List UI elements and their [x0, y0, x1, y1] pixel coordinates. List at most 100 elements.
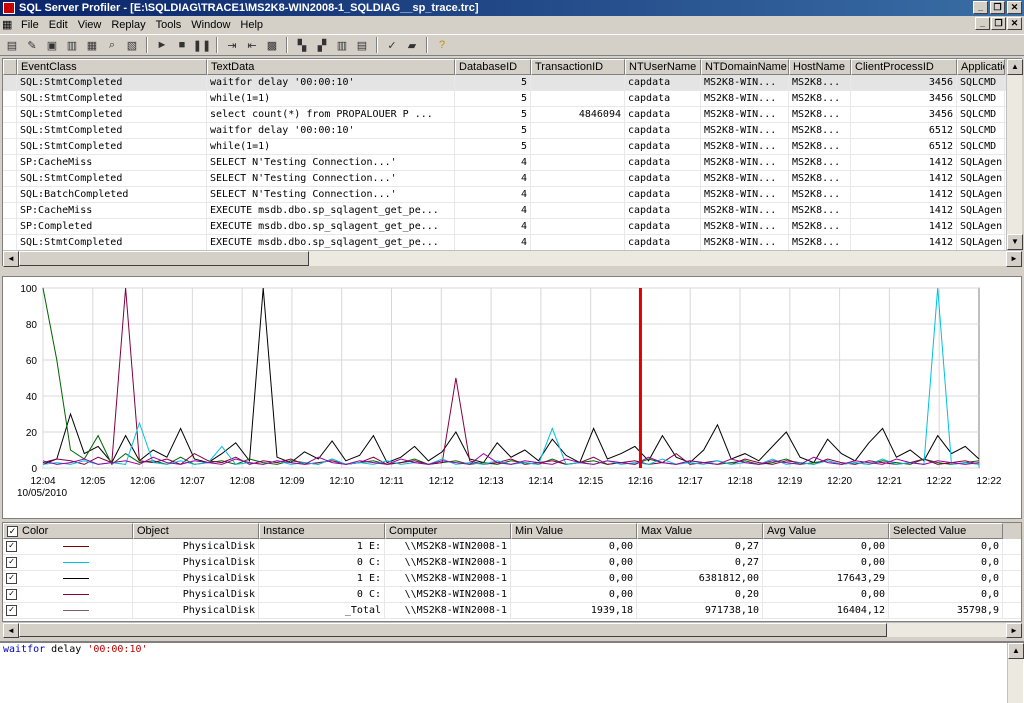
pause-icon[interactable]: ❚❚ — [193, 36, 211, 54]
counter-row[interactable]: ✓ PhysicalDisk _Total \\MS2K8-WIN2008-1 1939… — [3, 603, 1021, 619]
col-application[interactable]: Applicatio — [957, 59, 1005, 75]
new-trace-icon[interactable]: ▤ — [3, 36, 21, 54]
counters-hscroll[interactable]: ◄ ► — [3, 622, 1022, 638]
counters-hscroll-thumb[interactable] — [19, 623, 887, 637]
col-textdata[interactable]: TextData — [207, 59, 455, 75]
doc-close-button[interactable]: ✕ — [1007, 17, 1022, 30]
save-icon[interactable]: ▥ — [63, 36, 81, 54]
counter-avg: 17643,29 — [763, 571, 889, 586]
help-icon[interactable]: ? — [433, 36, 451, 54]
sql-text-pane[interactable]: waitfor delay '00:00:10' — [0, 641, 1024, 703]
col-instance[interactable]: Instance — [259, 523, 385, 539]
col-computer[interactable]: Computer — [385, 523, 511, 539]
menu-view[interactable]: View — [73, 19, 107, 31]
col-object[interactable]: Object — [133, 523, 259, 539]
trace-cell: MS2K8... — [789, 139, 851, 154]
new-template-icon[interactable]: ✎ — [23, 36, 41, 54]
col-transactionid[interactable]: TransactionID — [531, 59, 625, 75]
counter-row[interactable]: ✓ PhysicalDisk 0 C: \\MS2K8-WIN2008-1 0,00 0,… — [3, 587, 1021, 603]
menu-tools[interactable]: Tools — [151, 19, 187, 31]
trace-row[interactable]: SP:CacheMiss SELECT N'Testing Connection.… — [3, 155, 1021, 171]
trace-row[interactable]: SP:Completed EXECUTE msdb.dbo.sp_sqlagent… — [3, 219, 1021, 235]
trace-cell: SELECT N'Testing Connection...' — [207, 155, 455, 170]
col-eventclass[interactable]: EventClass — [17, 59, 207, 75]
x-tick-label: 12:21 — [877, 476, 902, 487]
scroll-down-icon[interactable]: ▼ — [1007, 234, 1023, 250]
trace-row[interactable]: SQL:StmtCompleted waitfor delay '00:00:10… — [3, 123, 1021, 139]
counter-row[interactable]: ✓ PhysicalDisk 1 E: \\MS2K8-WIN2008-1 0,00 0,… — [3, 539, 1021, 555]
menu-file[interactable]: File — [16, 19, 44, 31]
restore-button[interactable]: ❐ — [990, 1, 1005, 14]
col-hostname[interactable]: HostName — [789, 59, 851, 75]
trace-cell: capdata — [625, 139, 701, 154]
menu-help[interactable]: Help — [235, 19, 268, 31]
tile-icon[interactable]: ▚ — [293, 36, 311, 54]
col-color[interactable]: Color — [22, 524, 48, 538]
perfmon-chart[interactable]: 0 20 40 60 80 100 12:04 12:05 12:06 12:07 12:08 12:… — [3, 277, 1021, 518]
trace-cell: capdata — [625, 155, 701, 170]
counter-checkbox[interactable]: ✓ — [6, 557, 17, 568]
perfmon-icon[interactable]: ▰ — [403, 36, 421, 54]
trace-vscroll[interactable]: ▲ ▼ — [1006, 59, 1023, 250]
run-icon[interactable]: ► — [153, 36, 171, 54]
trace-row[interactable]: SQL:StmtCompleted while(1=1) 5 capdata MS2K8… — [3, 91, 1021, 107]
menu-window[interactable]: Window — [186, 19, 235, 31]
sql-scroll-up-icon[interactable]: ▲ — [1008, 643, 1024, 659]
counter-checkbox[interactable]: ✓ — [6, 589, 17, 600]
trace-cell: SQLCMD — [957, 75, 1005, 90]
col-min-value[interactable]: Min Value — [511, 523, 637, 539]
trace-hscroll[interactable]: ◄ ► — [3, 250, 1022, 267]
trace-row[interactable]: SQL:StmtCompleted waitfor delay '00:00:10… — [3, 75, 1021, 91]
trace-row[interactable]: SQL:StmtCompleted SELECT N'Testing Connec… — [3, 171, 1021, 187]
trace-cell: SQLCMD — [957, 139, 1005, 154]
counter-row[interactable]: ✓ PhysicalDisk 1 E: \\MS2K8-WIN2008-1 0,00 63… — [3, 571, 1021, 587]
doc-icon[interactable]: ▦ — [0, 18, 16, 31]
properties-icon[interactable]: ▦ — [83, 36, 101, 54]
select-all-checkbox[interactable]: ✓ — [7, 525, 18, 537]
counter-object: PhysicalDisk — [133, 571, 259, 586]
trace-cell: 4 — [455, 171, 531, 186]
counter-row[interactable]: ✓ PhysicalDisk 0 C: \\MS2K8-WIN2008-1 0,00 0,… — [3, 555, 1021, 571]
trace-row[interactable]: SQL:StmtCompleted while(1=1) 5 capdata MS2K8… — [3, 139, 1021, 155]
scroll-right-icon[interactable]: ► — [1006, 251, 1022, 267]
col-clientprocessid[interactable]: ClientProcessID — [851, 59, 957, 75]
counter-checkbox[interactable]: ✓ — [6, 573, 17, 584]
activity-monitor-icon[interactable]: ✓ — [383, 36, 401, 54]
breakpoint-icon[interactable]: ▩ — [263, 36, 281, 54]
open-icon[interactable]: ▣ — [43, 36, 61, 54]
counter-checkbox[interactable]: ✓ — [6, 605, 17, 616]
filter-icon[interactable]: ▤ — [353, 36, 371, 54]
counter-avg: 0,00 — [763, 587, 889, 602]
clear-icon[interactable]: ▧ — [123, 36, 141, 54]
menu-edit[interactable]: Edit — [44, 19, 73, 31]
doc-minimize-button[interactable]: _ — [975, 17, 990, 30]
minimize-button[interactable]: _ — [973, 1, 988, 14]
stop-icon[interactable]: ■ — [173, 36, 191, 54]
columns-icon[interactable]: ▥ — [333, 36, 351, 54]
trace-cell: 3456 — [851, 91, 957, 106]
scroll-left-icon[interactable]: ◄ — [3, 251, 19, 267]
col-max-value[interactable]: Max Value — [637, 523, 763, 539]
trace-row[interactable]: SP:CacheMiss EXECUTE msdb.dbo.sp_sqlagent… — [3, 203, 1021, 219]
col-ntusername[interactable]: NTUserName — [625, 59, 701, 75]
sql-vscroll[interactable]: ▲ — [1007, 643, 1024, 703]
col-ntdomainname[interactable]: NTDomainName — [701, 59, 789, 75]
counter-checkbox[interactable]: ✓ — [6, 541, 17, 552]
trace-row[interactable]: SQL:BatchCompleted SELECT N'Testing Conne… — [3, 187, 1021, 203]
trace-hscroll-thumb[interactable] — [19, 251, 309, 266]
menu-replay[interactable]: Replay — [106, 19, 150, 31]
step-icon[interactable]: ⇥ — [223, 36, 241, 54]
col-selected-value[interactable]: Selected Value — [889, 523, 1003, 539]
col-databaseid[interactable]: DatabaseID — [455, 59, 531, 75]
counters-scroll-right-icon[interactable]: ► — [1006, 623, 1022, 638]
find-icon[interactable]: ⌕ — [103, 36, 121, 54]
close-button[interactable]: ✕ — [1007, 1, 1022, 14]
trace-row[interactable]: SQL:StmtCompleted EXECUTE msdb.dbo.sp_sql… — [3, 235, 1021, 251]
scroll-up-icon[interactable]: ▲ — [1007, 59, 1023, 75]
trace-row[interactable]: SQL:StmtCompleted select count(*) from PR… — [3, 107, 1021, 123]
col-avg-value[interactable]: Avg Value — [763, 523, 889, 539]
run-to-cursor-icon[interactable]: ⇤ — [243, 36, 261, 54]
doc-restore-button[interactable]: ❐ — [991, 17, 1006, 30]
cascade-icon[interactable]: ▞ — [313, 36, 331, 54]
counters-scroll-left-icon[interactable]: ◄ — [3, 623, 19, 638]
